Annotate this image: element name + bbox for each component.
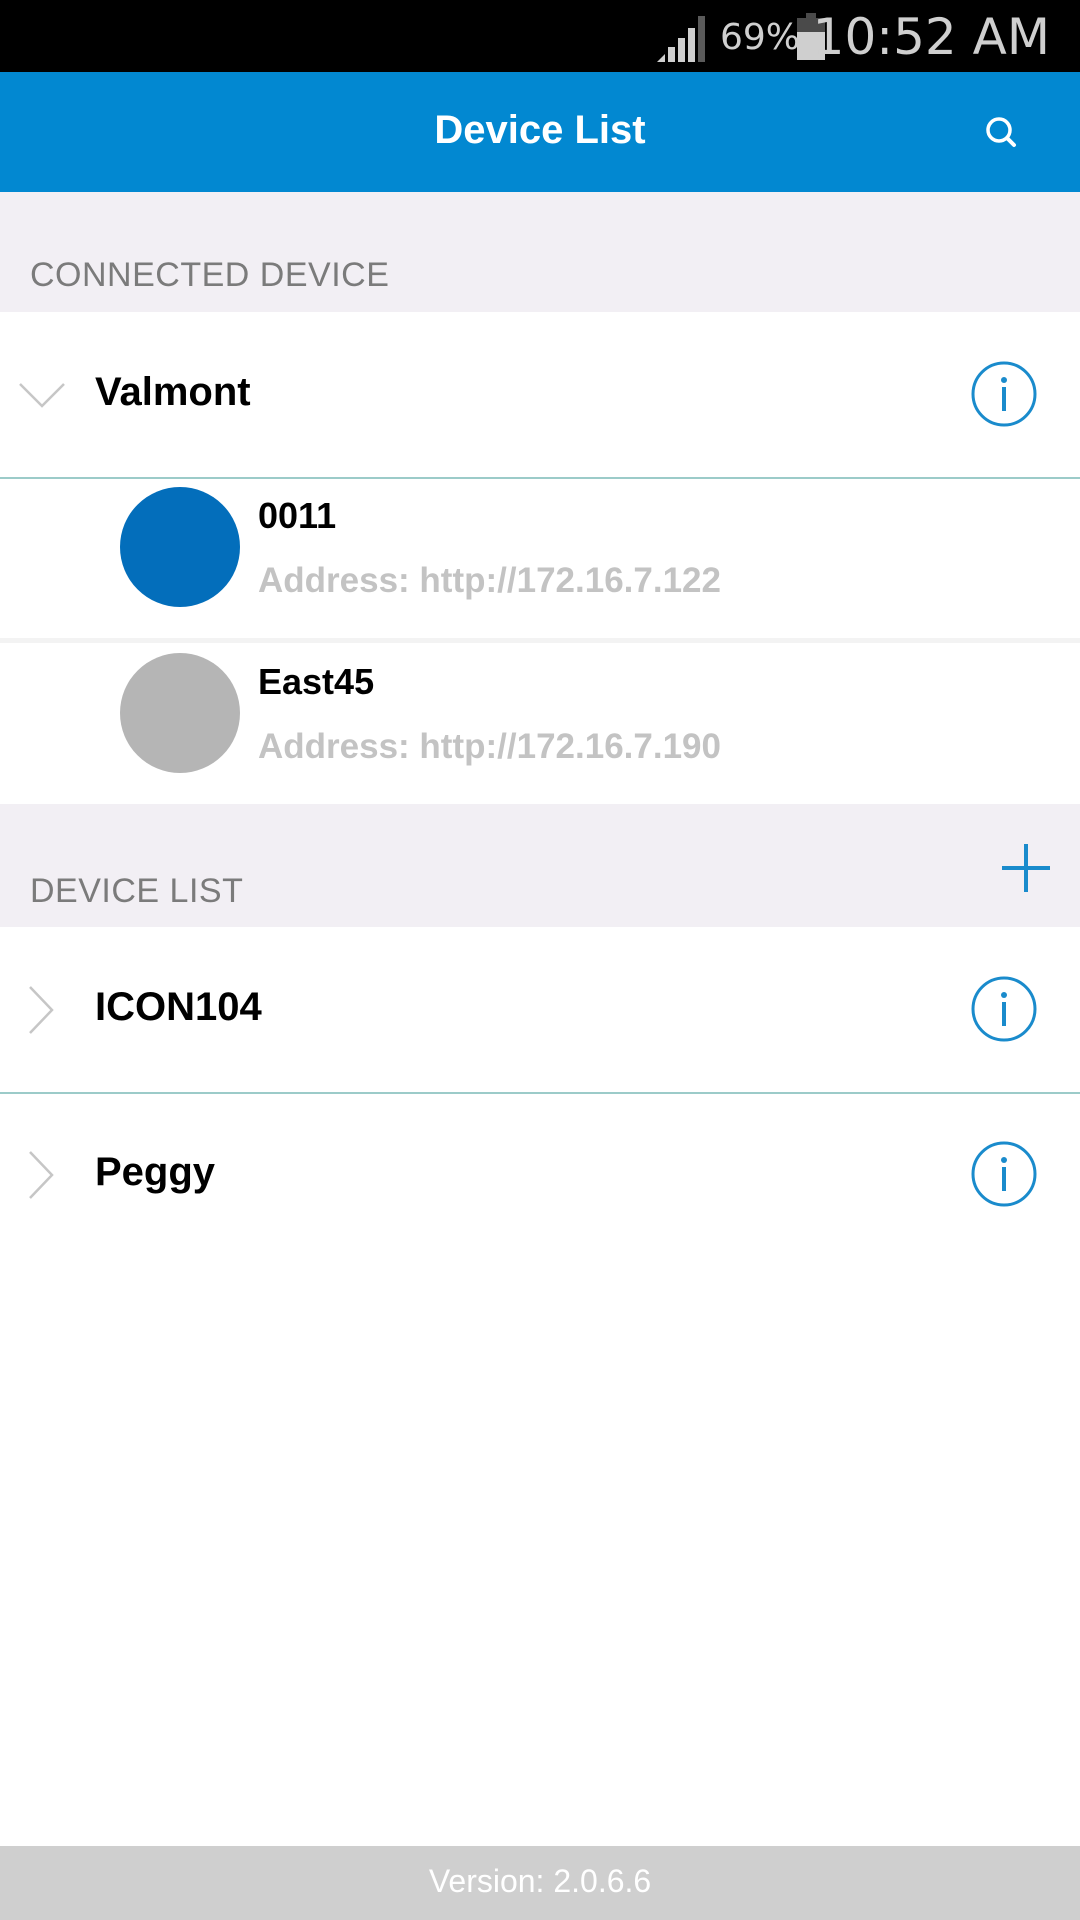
- group-name: Peggy: [95, 1150, 216, 1194]
- version-label: Version: 2.0.6.6: [428, 1863, 652, 1899]
- device-name: 0011: [258, 495, 337, 536]
- section-label: DEVICE LIST: [30, 872, 244, 910]
- device-item[interactable]: East45 Address: http://172.16.7.190: [0, 643, 1080, 804]
- device-address: Address: http://172.16.7.122: [258, 561, 721, 600]
- device-address: Address: http://172.16.7.190: [258, 727, 721, 766]
- device-item[interactable]: 0011 Address: http://172.16.7.122: [0, 479, 1080, 638]
- chevron-right-icon[interactable]: [18, 985, 68, 1035]
- status-bar: 69% 10:52 AM: [0, 0, 1080, 72]
- group-name: ICON104: [95, 985, 262, 1029]
- info-icon[interactable]: [970, 360, 1038, 428]
- device-list-section-header: DEVICE LIST: [0, 804, 1080, 927]
- device-group-valmont[interactable]: Valmont: [0, 312, 1080, 477]
- device-name: East45: [258, 661, 375, 702]
- page-title: Device List: [434, 108, 646, 152]
- info-icon[interactable]: [970, 1140, 1038, 1208]
- app-header: Device List: [0, 72, 1080, 192]
- device-group-icon104[interactable]: ICON104: [0, 927, 1080, 1092]
- section-label: CONNECTED DEVICE: [30, 256, 390, 294]
- status-dot: [120, 487, 240, 607]
- clock: 10:52 AM: [812, 8, 1050, 66]
- footer: Version: 2.0.6.6: [0, 1846, 1080, 1920]
- group-name: Valmont: [95, 370, 251, 414]
- battery-percent: 69%: [720, 17, 801, 58]
- signal-icon: [657, 16, 705, 62]
- connected-device-section-header: CONNECTED DEVICE: [0, 192, 1080, 312]
- device-group-peggy[interactable]: Peggy: [0, 1094, 1080, 1259]
- info-icon[interactable]: [970, 975, 1038, 1043]
- status-dot: [120, 653, 240, 773]
- chevron-down-icon[interactable]: [18, 370, 68, 420]
- plus-icon[interactable]: [1000, 842, 1052, 894]
- chevron-right-icon[interactable]: [18, 1150, 68, 1200]
- search-icon[interactable]: [980, 112, 1024, 156]
